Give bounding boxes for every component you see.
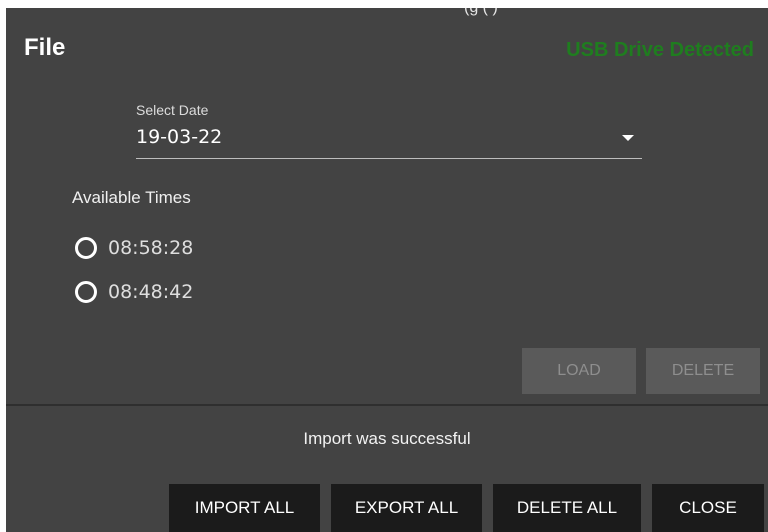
- screen: (g ( ) File USB Drive Detected Select Da…: [0, 0, 768, 532]
- radio-unchecked-icon[interactable]: [75, 281, 97, 303]
- time-option[interactable]: 08:48:42: [75, 278, 193, 306]
- radio-unchecked-icon[interactable]: [75, 237, 97, 259]
- export-all-button[interactable]: EXPORT ALL: [331, 484, 482, 532]
- caret-down-icon: [622, 135, 634, 141]
- delete-button[interactable]: DELETE: [646, 348, 760, 394]
- close-button[interactable]: CLOSE: [652, 484, 764, 532]
- date-dropdown[interactable]: 19-03-22: [136, 124, 642, 159]
- available-times-label: Available Times: [72, 188, 191, 207]
- usb-status-label: USB Drive Detected: [566, 39, 754, 61]
- date-dropdown-value: 19-03-22: [136, 126, 223, 148]
- divider: [6, 404, 768, 406]
- import-all-button[interactable]: IMPORT ALL: [169, 484, 320, 532]
- delete-all-button[interactable]: DELETE ALL: [493, 484, 641, 532]
- clipped-header-text: (g ( ): [464, 8, 498, 17]
- time-option-label: 08:58:28: [108, 237, 194, 259]
- dialog-title: File: [24, 34, 66, 61]
- load-button[interactable]: LOAD: [522, 348, 636, 394]
- time-option-label: 08:48:42: [108, 281, 194, 303]
- file-dialog: (g ( ) File USB Drive Detected Select Da…: [6, 8, 768, 532]
- status-message: Import was successful: [303, 429, 471, 448]
- select-date-label: Select Date: [136, 102, 209, 118]
- time-option[interactable]: 08:58:28: [75, 234, 193, 262]
